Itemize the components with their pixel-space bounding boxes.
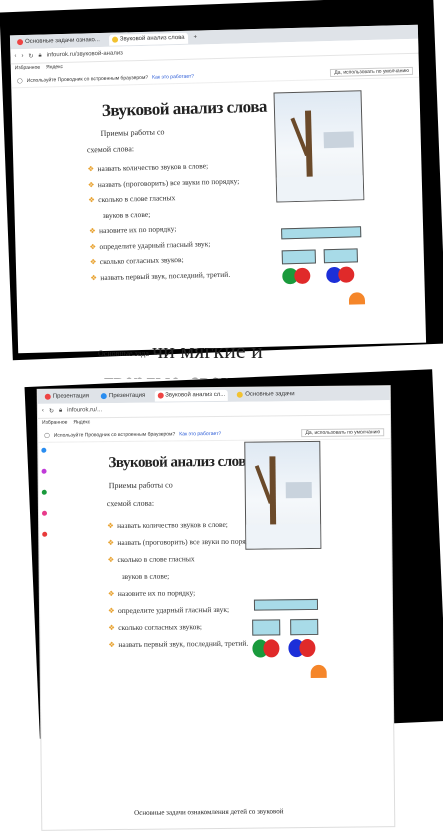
back-scheme-long-rect bbox=[281, 226, 362, 240]
front-scheme-rect-2 bbox=[290, 618, 319, 636]
front-tab-1[interactable]: Презентация bbox=[42, 391, 92, 403]
back-browser-window: Основные задачи ознако... Звуковой анали… bbox=[9, 24, 427, 354]
sidebar-app-icon[interactable] bbox=[41, 489, 47, 495]
back-tab-2-label: Звуковой анализ слова bbox=[119, 34, 185, 43]
front-slide-item: назвать (проговорить) все звуки по поряд… bbox=[107, 533, 259, 552]
new-tab-icon[interactable]: + bbox=[194, 34, 198, 40]
back-slide-intro-2: схемой слова: bbox=[86, 144, 135, 155]
front-slide-item: звуков в слове; bbox=[121, 571, 170, 581]
front-red-circle-2 bbox=[299, 638, 316, 658]
front-tab-2[interactable]: Презентация bbox=[98, 390, 148, 402]
back-scheme-rect-1 bbox=[281, 249, 316, 265]
back-slide: Звуковой анализ слова Приемы работы со с… bbox=[61, 85, 388, 344]
back-tab-1[interactable]: Основные задачи ознако... bbox=[14, 34, 103, 47]
front-scheme-long-rect bbox=[253, 598, 319, 611]
front-tab-2-label: Презентация bbox=[108, 392, 146, 400]
front-sidebar bbox=[38, 442, 52, 830]
notice-default-button[interactable]: Да, использовать по умолчанию bbox=[330, 66, 414, 78]
bookmark-item[interactable]: Яндекс bbox=[73, 419, 90, 425]
back-red-circle-2 bbox=[338, 266, 355, 283]
notice-link[interactable]: Как это работает? bbox=[179, 431, 221, 437]
back-screenshot-card: Основные задачи ознако... Звуковой анали… bbox=[0, 0, 443, 361]
back-url[interactable]: infourok.ru/звуковой-анализ bbox=[47, 50, 123, 58]
front-browser-notice: ◯ Используйте Проводник со встроенным бр… bbox=[38, 426, 391, 443]
front-orange-shape bbox=[310, 664, 327, 679]
back-tab-2[interactable]: Звуковой анализ слова bbox=[108, 32, 188, 46]
sidebar-app-icon[interactable] bbox=[40, 447, 46, 453]
sidebar-app-icon[interactable] bbox=[41, 468, 47, 474]
notice-icon: ◯ bbox=[17, 78, 23, 85]
back-slide-title: Звуковой анализ слова bbox=[101, 96, 268, 121]
reload-icon[interactable]: ↻ bbox=[28, 52, 33, 59]
front-slide-list: назвать количество звуков в слове;назват… bbox=[107, 516, 260, 654]
front-slide-item: назвать количество звуков в слове; bbox=[107, 516, 259, 535]
front-screenshot-card: Презентация Презентация Звуковой анализ … bbox=[0, 369, 443, 830]
back-slide-intro: Приемы работы со bbox=[100, 127, 165, 139]
back-arrow-icon[interactable]: ‹ bbox=[42, 408, 44, 414]
front-slide-item: определите ударный гласный звук; bbox=[108, 601, 260, 620]
front-tab-4-label: Основные задачи bbox=[245, 391, 295, 398]
front-slide-item: сколько в слове гласных bbox=[107, 550, 259, 569]
back-slide-list: назвать количество звуков в слове;назват… bbox=[87, 157, 242, 285]
front-winter-picture bbox=[244, 440, 322, 550]
front-slide-item: назвать первый звук, последний, третий. bbox=[108, 635, 260, 654]
front-slide-item: назовите их по порядку; bbox=[108, 584, 260, 603]
reload-icon[interactable]: ↻ bbox=[49, 407, 54, 414]
bookmark-item[interactable]: Яндекс bbox=[46, 64, 63, 70]
front-tab-3-label: Звуковой анализ сл... bbox=[165, 391, 226, 399]
front-bottom-caption: Основные задачи ознакомления детей со зв… bbox=[134, 807, 284, 817]
overlay-caption-small: Основные зада bbox=[98, 349, 149, 358]
sidebar-app-icon[interactable] bbox=[41, 531, 47, 537]
front-browser-window: Презентация Презентация Звуковой анализ … bbox=[37, 386, 395, 830]
front-scheme-rect-1 bbox=[252, 619, 281, 636]
front-slide-intro: Приемы работы со bbox=[108, 480, 173, 491]
front-red-circle bbox=[263, 639, 280, 658]
front-slide: Звуковой анализ слова Приемы работы со с… bbox=[56, 440, 390, 736]
back-arrow-icon[interactable]: ‹ bbox=[14, 53, 16, 59]
lock-icon: 🔒︎ bbox=[58, 407, 63, 414]
sidebar-app-icon[interactable] bbox=[41, 510, 47, 516]
notice-default-button[interactable]: Да, использовать по умолчанию bbox=[301, 428, 385, 438]
back-winter-picture bbox=[273, 90, 365, 203]
back-scheme-rect-2 bbox=[323, 248, 358, 264]
front-slide-item: сколько согласных звуков; bbox=[108, 618, 260, 637]
notice-text: Используйте Проводник со встроенным брау… bbox=[53, 431, 176, 439]
front-tab-3[interactable]: Звуковой анализ сл... bbox=[154, 389, 229, 402]
notice-text: Используйте Проводник со встроенным брау… bbox=[26, 74, 149, 84]
notice-icon: ◯ bbox=[44, 432, 50, 439]
front-url[interactable]: infourok.ru/... bbox=[67, 407, 102, 413]
bookmark-item[interactable]: Избранное bbox=[42, 420, 67, 426]
forward-arrow-icon[interactable]: › bbox=[21, 53, 23, 59]
bookmark-item[interactable]: Избранное bbox=[15, 65, 40, 72]
overlay-caption-big: чи мягкие и bbox=[152, 338, 263, 363]
front-slide-title: Звуковой анализ слова bbox=[108, 453, 253, 472]
front-tab-4[interactable]: Основные задачи bbox=[234, 389, 298, 401]
back-slide-item: назвать первый звук, последний, третий. bbox=[90, 266, 242, 285]
front-slide-intro-2: схемой слова: bbox=[106, 498, 155, 509]
front-tab-1-label: Презентация bbox=[52, 393, 90, 400]
back-red-circle bbox=[294, 267, 311, 285]
notice-link[interactable]: Как это работает? bbox=[152, 74, 194, 81]
lock-icon: 🔒︎ bbox=[38, 52, 42, 59]
back-tab-1-label: Основные задачи ознако... bbox=[25, 37, 100, 45]
back-orange-shape bbox=[348, 292, 366, 305]
